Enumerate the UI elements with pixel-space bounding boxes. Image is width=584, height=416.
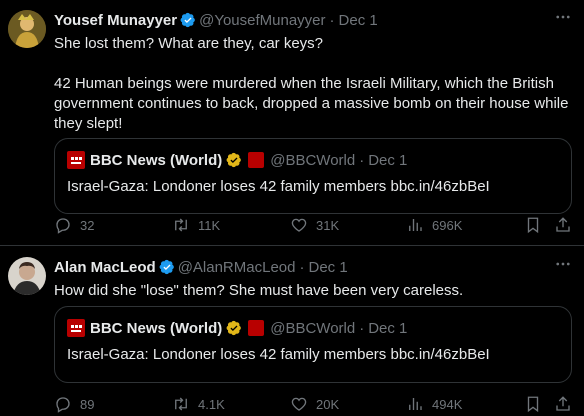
author-name[interactable]: Alan MacLeod <box>54 259 156 276</box>
bbc-affiliate-badge <box>248 152 265 168</box>
verified-blue-icon <box>159 259 174 275</box>
author-handle[interactable]: @YousefMunayyer <box>199 12 325 29</box>
verified-gold-icon <box>226 320 242 336</box>
retweet-count: 4.1K <box>198 396 225 412</box>
share-icon <box>556 217 570 232</box>
views-icon <box>409 219 422 231</box>
quoted-tweet-text: Israel-Gaza: Londoner loses 42 family me… <box>67 178 490 195</box>
quoted-tweet-date: Dec 1 <box>368 319 408 337</box>
tweet-text: How did she "lose" them? She must have b… <box>54 282 464 299</box>
retweet-icon <box>175 218 187 232</box>
retweet-button[interactable]: 4.1K <box>172 395 225 413</box>
more-icon[interactable] <box>554 8 572 26</box>
tweet[interactable]: Yousef Munayyer @YousefMunayyer · Dec 1 … <box>0 0 584 246</box>
bbc-news-avatar[interactable] <box>67 151 85 169</box>
author-handle[interactable]: @AlanRMacLeod <box>178 259 296 276</box>
reply-button[interactable]: 89 <box>54 395 94 413</box>
quoted-author-name: BBC News (World) <box>90 151 223 169</box>
heart-icon <box>291 218 307 232</box>
tweet-actions: 32 11K 31K 696K <box>54 215 572 235</box>
quoted-tweet-header: BBC News (World) @BBCWorld · Dec 1 <box>67 150 559 170</box>
quoted-tweet[interactable]: BBC News (World) @BBCWorld · Dec 1 Israe… <box>54 138 572 214</box>
like-button[interactable]: 20K <box>290 395 339 413</box>
quoted-author-handle: @BBCWorld <box>270 151 356 169</box>
reply-count: 32 <box>80 217 95 233</box>
bbc-affiliate-badge <box>248 320 265 336</box>
heart-icon <box>291 397 307 411</box>
views-count: 494K <box>432 396 463 412</box>
verified-gold-icon <box>226 152 242 168</box>
bookmark-button[interactable] <box>524 395 550 413</box>
reply-icon <box>56 218 70 234</box>
tweet-body: Alan MacLeod @AlanRMacLeod · Dec 1 How d… <box>54 257 572 416</box>
tweet[interactable]: Alan MacLeod @AlanRMacLeod · Dec 1 How d… <box>0 247 584 416</box>
avatar[interactable] <box>8 10 46 48</box>
reply-button[interactable]: 32 <box>54 216 94 234</box>
retweet-icon <box>175 397 187 411</box>
tweet-date[interactable]: Dec 1 <box>308 259 347 276</box>
quoted-tweet-text: Israel-Gaza: Londoner loses 42 family me… <box>67 346 490 363</box>
retweet-count: 11K <box>198 217 221 233</box>
quoted-tweet-header: BBC News (World) @BBCWorld · Dec 1 <box>67 318 559 338</box>
share-button[interactable] <box>554 216 580 234</box>
retweet-button[interactable]: 11K <box>172 216 220 234</box>
author-name[interactable]: Yousef Munayyer <box>54 12 177 29</box>
reply-icon <box>56 397 70 413</box>
quoted-tweet-date: Dec 1 <box>368 151 408 169</box>
quoted-author-name: BBC News (World) <box>90 319 223 337</box>
reply-count: 89 <box>80 396 95 412</box>
bookmark-icon <box>527 396 539 413</box>
views-button[interactable]: 494K <box>406 395 462 413</box>
bookmark-icon <box>527 217 539 234</box>
like-count: 31K <box>316 217 340 233</box>
timeline-feed: Yousef Munayyer @YousefMunayyer · Dec 1 … <box>0 0 584 416</box>
separator-dot: · <box>329 11 335 29</box>
bbc-news-avatar[interactable] <box>67 319 85 337</box>
views-button[interactable]: 696K <box>406 216 462 234</box>
separator-dot: · <box>299 258 305 276</box>
share-icon <box>556 396 570 411</box>
quoted-tweet[interactable]: BBC News (World) @BBCWorld · Dec 1 Israe… <box>54 306 572 383</box>
avatar[interactable] <box>8 257 46 295</box>
tweet-actions: 89 4.1K 20K 494K <box>54 394 572 414</box>
quoted-author-handle: @BBCWorld <box>270 319 356 337</box>
tweet-text: She lost them? What are they, car keys? … <box>54 35 569 132</box>
separator-dot: · <box>359 151 365 169</box>
tweet-date[interactable]: Dec 1 <box>339 12 378 29</box>
like-count: 20K <box>316 396 340 412</box>
tweet-header: Yousef Munayyer @YousefMunayyer · Dec 1 <box>54 10 572 30</box>
more-icon[interactable] <box>554 255 572 273</box>
bookmark-button[interactable] <box>524 216 550 234</box>
views-icon <box>409 398 422 410</box>
separator-dot: · <box>359 319 365 337</box>
tweet-body: Yousef Munayyer @YousefMunayyer · Dec 1 … <box>54 10 572 240</box>
views-count: 696K <box>432 217 463 233</box>
like-button[interactable]: 31K <box>290 216 339 234</box>
verified-blue-icon <box>180 12 195 28</box>
share-button[interactable] <box>554 395 580 413</box>
tweet-header: Alan MacLeod @AlanRMacLeod · Dec 1 <box>54 257 572 277</box>
